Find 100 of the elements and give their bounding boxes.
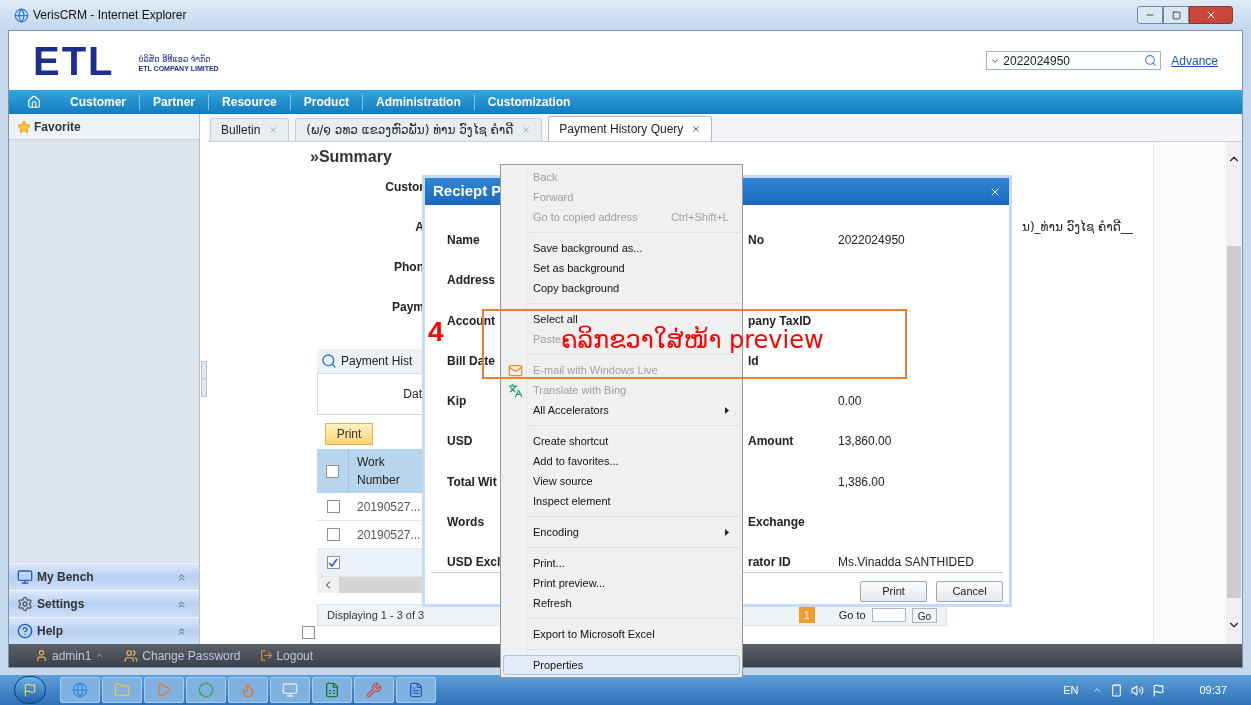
volume-icon[interactable] <box>1131 683 1145 697</box>
tab[interactable]: (ພ/໑ ວທວ ແຂວງຫົວພັນ) ທ່ານ ວົງໄຊ ຄຳດີ <box>295 118 543 141</box>
menu-item[interactable]: Copy background <box>503 278 623 298</box>
search-field[interactable]: 2022024950 <box>986 51 1162 70</box>
nav-item[interactable]: Administration <box>363 93 474 111</box>
collapse-icon <box>176 625 187 637</box>
wrench-icon <box>366 682 382 698</box>
step-number: 4 <box>428 318 444 346</box>
tray-expand-icon[interactable] <box>1092 685 1103 695</box>
window-title: VerisCRM - Internet Explorer <box>33 7 187 24</box>
maximize-button[interactable] <box>1163 6 1189 24</box>
sidebar-panel-header[interactable]: My Bench <box>9 563 199 590</box>
form-label: Custor <box>384 179 424 196</box>
menu-item[interactable]: Inspect element <box>503 491 614 511</box>
nav-item[interactable]: Customer <box>57 93 139 111</box>
language-indicator[interactable]: EN <box>1063 681 1079 699</box>
panel-title: Payment Hist <box>341 353 413 370</box>
star-icon <box>17 119 31 134</box>
taskbar-button[interactable] <box>60 677 100 703</box>
change-password-link[interactable]: Change Password <box>142 646 241 665</box>
taskbar-button[interactable] <box>354 677 394 703</box>
minimize-button[interactable] <box>1137 6 1163 24</box>
menu-item[interactable]: Set as background <box>503 258 628 278</box>
flame-icon <box>240 682 256 698</box>
taskbar-button[interactable] <box>228 677 268 703</box>
field-label: pany TaxID <box>748 312 812 329</box>
translate-icon <box>508 383 523 398</box>
browser-icon <box>72 682 88 698</box>
logout-link[interactable]: Logout <box>276 646 314 665</box>
panel-label: Settings <box>37 596 85 613</box>
field-label: Id <box>748 353 759 370</box>
checkbox[interactable] <box>326 528 340 541</box>
menu-item[interactable]: Create shortcut <box>503 431 612 451</box>
filter-label: Dat <box>403 386 422 403</box>
folder-icon <box>114 682 130 698</box>
advance-link[interactable]: Advance <box>1171 51 1218 70</box>
close-icon <box>1205 9 1217 21</box>
document-icon <box>408 682 424 698</box>
logout-icon <box>260 649 274 662</box>
checkbox[interactable] <box>326 556 340 569</box>
sidebar-panel-header[interactable]: Settings <box>9 590 199 617</box>
section-title: »Summary <box>310 147 393 167</box>
goto-field[interactable] <box>871 608 906 622</box>
menu-item[interactable]: Refresh <box>503 593 575 613</box>
horizontal-scrollbar[interactable] <box>317 577 425 593</box>
nav-item[interactable]: Resource <box>209 93 290 111</box>
field-label: Address <box>447 272 496 290</box>
checkbox[interactable] <box>302 626 315 639</box>
menu-item[interactable]: Properties <box>503 655 740 675</box>
field-label: USD <box>447 433 473 451</box>
table-cell-text: 20190527... <box>357 498 421 516</box>
tab[interactable]: Payment History Query <box>548 116 713 141</box>
grid-row[interactable] <box>317 549 425 577</box>
menu-item[interactable]: Save background as... <box>503 238 646 258</box>
clock[interactable]: 09:37 <box>1199 681 1227 699</box>
field-label: Words <box>447 513 485 531</box>
go-button[interactable]: Go <box>911 607 937 623</box>
home-icon[interactable] <box>27 95 41 109</box>
nav-item[interactable]: Customization <box>474 93 584 111</box>
collapse-icon <box>176 571 187 583</box>
field-label: rator ID <box>748 554 791 571</box>
checkbox[interactable] <box>326 500 340 513</box>
sidebar-panel-header[interactable]: Help <box>9 617 199 644</box>
menu-item[interactable]: View source <box>503 471 596 491</box>
menu-item[interactable]: Export to Microsoft Excel <box>503 624 658 644</box>
checkbox[interactable] <box>326 464 339 478</box>
paging-summary: Displaying 1 - 3 of 3 <box>327 607 425 623</box>
start-button[interactable] <box>14 676 46 704</box>
collapse-handle[interactable] <box>201 361 207 397</box>
field-label: Exchange <box>748 513 805 531</box>
taskbar-button[interactable] <box>312 677 352 703</box>
taskbar-button[interactable] <box>396 677 436 703</box>
form-value: ນ)_ທ່ານ ວົງໄຊ ຄຳດີ__ <box>1022 218 1133 236</box>
flag-icon[interactable] <box>1152 683 1166 697</box>
dialog-button[interactable]: Cancel <box>936 581 1003 602</box>
vertical-scrollbar[interactable] <box>1226 142 1242 644</box>
device-icon[interactable] <box>1110 683 1124 697</box>
taskbar-button[interactable] <box>270 677 310 703</box>
collapse-icon <box>176 598 187 610</box>
menu-item[interactable]: Add to favorites... <box>503 451 622 471</box>
taskbar-button[interactable] <box>186 677 226 703</box>
search-icon <box>1144 54 1158 67</box>
field-label: No <box>748 232 764 249</box>
menu-item[interactable]: Print preview... <box>503 573 609 593</box>
taskbar-button[interactable] <box>144 677 184 703</box>
close-icon[interactable] <box>691 124 702 134</box>
company-name: ບໍລິສັດ ອີທີແອລ ຈຳກັດ <box>138 54 212 64</box>
dialog-button[interactable]: Print <box>860 581 927 602</box>
favorite-header[interactable]: Favorite <box>9 114 199 140</box>
menu-item[interactable]: All Accelerators <box>503 400 740 420</box>
monitor-icon <box>17 569 33 585</box>
menu-item[interactable]: Encoding <box>503 522 740 542</box>
nav-item[interactable]: Partner <box>140 93 209 111</box>
user-menu[interactable]: admin1 <box>52 646 92 665</box>
menu-item[interactable]: Print... <box>503 553 568 573</box>
spreadsheet-icon <box>324 682 340 698</box>
close-button[interactable] <box>1189 6 1233 24</box>
print-button[interactable]: Print <box>325 423 373 445</box>
scrollbar-thumb[interactable] <box>1227 246 1241 598</box>
tab[interactable]: Bulletin <box>210 118 290 141</box>
